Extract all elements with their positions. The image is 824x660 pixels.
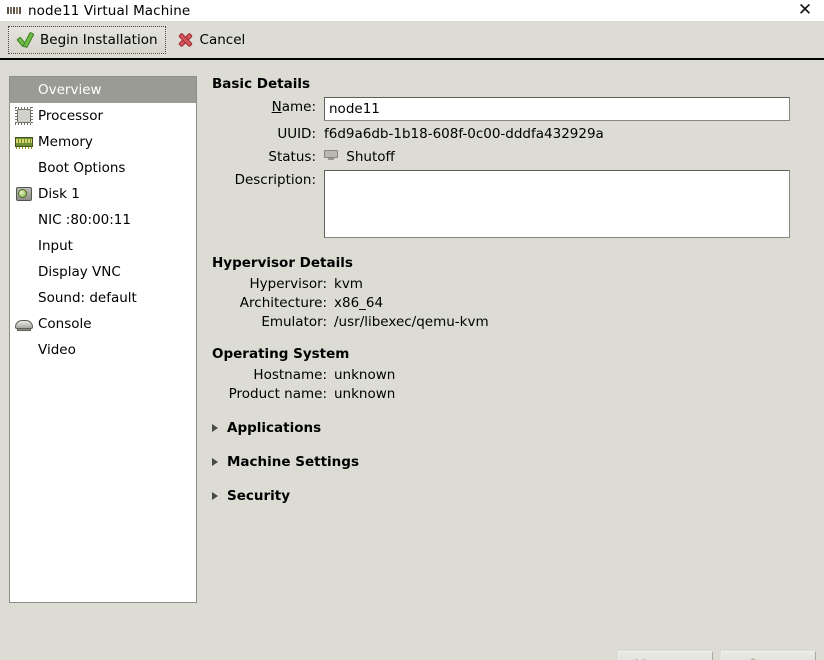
name-input[interactable] bbox=[324, 97, 790, 121]
memory-icon bbox=[14, 132, 34, 152]
sidebar-item-processor[interactable]: Processor bbox=[10, 103, 196, 129]
sidebar-item-label: Input bbox=[38, 238, 73, 254]
blank-icon bbox=[14, 236, 34, 256]
operating-system-heading: Operating System bbox=[212, 346, 350, 362]
hostname-value: unknown bbox=[334, 367, 396, 383]
sidebar-item-label: Sound: default bbox=[38, 290, 137, 306]
hostname-label: Hostname: bbox=[253, 367, 327, 383]
product-name-value: unknown bbox=[334, 386, 396, 402]
hypervisor-label: Hypervisor: bbox=[249, 276, 327, 292]
product-name-row: Product name: unknown bbox=[212, 386, 816, 402]
sidebar-item-video[interactable]: Video bbox=[10, 337, 196, 363]
sidebar-item-label: Video bbox=[38, 342, 76, 358]
status-row: Status: Shutoff bbox=[212, 147, 816, 167]
sidebar-item-label: Boot Options bbox=[38, 160, 126, 176]
expander-machine-settings[interactable]: Machine Settings bbox=[212, 454, 816, 470]
cancel-button[interactable]: Cancel bbox=[618, 651, 713, 660]
basic-details-heading: Basic Details bbox=[212, 76, 310, 92]
uuid-label: UUID: bbox=[277, 126, 316, 142]
sidebar-item-label: Processor bbox=[38, 108, 104, 124]
blank-icon bbox=[14, 80, 34, 100]
hostname-row: Hostname: unknown bbox=[212, 367, 816, 383]
emulator-label: Emulator: bbox=[261, 314, 327, 330]
green-check-icon bbox=[16, 31, 34, 49]
sidebar-item-display-vnc[interactable]: Display VNC bbox=[10, 259, 196, 285]
expander-label: Machine Settings bbox=[227, 454, 359, 470]
architecture-row: Architecture: x86_64 bbox=[212, 295, 816, 311]
hypervisor-row: Hypervisor: kvm bbox=[212, 276, 816, 292]
chevron-right-icon bbox=[212, 424, 218, 432]
cancel-toolbar-label: Cancel bbox=[199, 31, 246, 48]
chevron-right-icon bbox=[212, 492, 218, 500]
status-badge: Shutoff bbox=[324, 147, 395, 167]
titlebar: node11 Virtual Machine ✕ bbox=[0, 0, 824, 21]
status-value: Shutoff bbox=[346, 149, 395, 165]
sidebar-item-label: Console bbox=[38, 316, 92, 332]
monitor-icon bbox=[324, 149, 338, 161]
sidebar-item-overview[interactable]: Overview bbox=[10, 77, 196, 103]
apply-button[interactable]: Apply bbox=[721, 651, 816, 660]
blank-icon bbox=[14, 340, 34, 360]
disk-icon bbox=[14, 184, 34, 204]
emulator-value: /usr/libexec/qemu-kvm bbox=[334, 314, 489, 330]
begin-installation-label: Begin Installation bbox=[40, 31, 158, 48]
cpu-icon bbox=[14, 106, 34, 126]
vm-icon bbox=[6, 3, 22, 19]
name-label: Name: bbox=[271, 99, 316, 115]
blank-icon bbox=[14, 158, 34, 178]
close-icon[interactable]: ✕ bbox=[794, 0, 816, 21]
dialog-button-row: Cancel Apply bbox=[618, 651, 816, 660]
blank-icon bbox=[14, 288, 34, 308]
sidebar-item-boot-options[interactable]: Boot Options bbox=[10, 155, 196, 181]
description-label: Description: bbox=[234, 172, 316, 188]
expander-label: Security bbox=[227, 488, 291, 504]
hardware-sidebar[interactable]: Overview Processor Memory Boot Options D… bbox=[9, 76, 197, 603]
description-row: Description: bbox=[212, 170, 816, 238]
sidebar-item-label: Display VNC bbox=[38, 264, 121, 280]
sidebar-item-console[interactable]: Console bbox=[10, 311, 196, 337]
hypervisor-details-heading: Hypervisor Details bbox=[212, 255, 353, 271]
begin-installation-button[interactable]: Begin Installation bbox=[8, 25, 166, 54]
blank-icon bbox=[14, 210, 34, 230]
uuid-row: UUID: f6d9a6db-1b18-608f-0c00-dddfa43292… bbox=[212, 124, 816, 144]
red-x-icon bbox=[176, 31, 194, 49]
vm-details-window: Set a fixed MAC address Storage: node11 … bbox=[0, 0, 824, 660]
toolbar: Begin Installation Cancel bbox=[0, 21, 824, 60]
hypervisor-value: kvm bbox=[334, 276, 363, 292]
description-textarea[interactable] bbox=[324, 170, 790, 238]
overview-panel: Basic Details Name: UUID: f6d9a6db-1b18-… bbox=[212, 76, 816, 656]
expander-applications[interactable]: Applications bbox=[212, 420, 816, 436]
architecture-value: x86_64 bbox=[334, 295, 384, 311]
sidebar-item-label: NIC :80:00:11 bbox=[38, 212, 131, 228]
sidebar-item-sound[interactable]: Sound: default bbox=[10, 285, 196, 311]
emulator-row: Emulator: /usr/libexec/qemu-kvm bbox=[212, 314, 816, 330]
name-row: Name: bbox=[212, 97, 816, 121]
sidebar-item-label: Overview bbox=[38, 82, 102, 98]
architecture-label: Architecture: bbox=[239, 295, 327, 311]
blank-icon bbox=[14, 262, 34, 282]
sidebar-item-nic[interactable]: NIC :80:00:11 bbox=[10, 207, 196, 233]
uuid-value: f6d9a6db-1b18-608f-0c00-dddfa432929a bbox=[324, 126, 604, 142]
window-body: Overview Processor Memory Boot Options D… bbox=[0, 60, 824, 660]
sidebar-item-input[interactable]: Input bbox=[10, 233, 196, 259]
sidebar-item-label: Disk 1 bbox=[38, 186, 80, 202]
expander-label: Applications bbox=[227, 420, 322, 436]
status-label: Status: bbox=[268, 149, 316, 165]
chevron-right-icon bbox=[212, 458, 218, 466]
sidebar-item-memory[interactable]: Memory bbox=[10, 129, 196, 155]
console-icon bbox=[14, 314, 34, 334]
expander-security[interactable]: Security bbox=[212, 488, 816, 504]
sidebar-item-label: Memory bbox=[38, 134, 93, 150]
cancel-toolbar-button[interactable]: Cancel bbox=[168, 26, 254, 54]
product-name-label: Product name: bbox=[228, 386, 327, 402]
window-title: node11 Virtual Machine bbox=[28, 2, 191, 19]
sidebar-item-disk-1[interactable]: Disk 1 bbox=[10, 181, 196, 207]
